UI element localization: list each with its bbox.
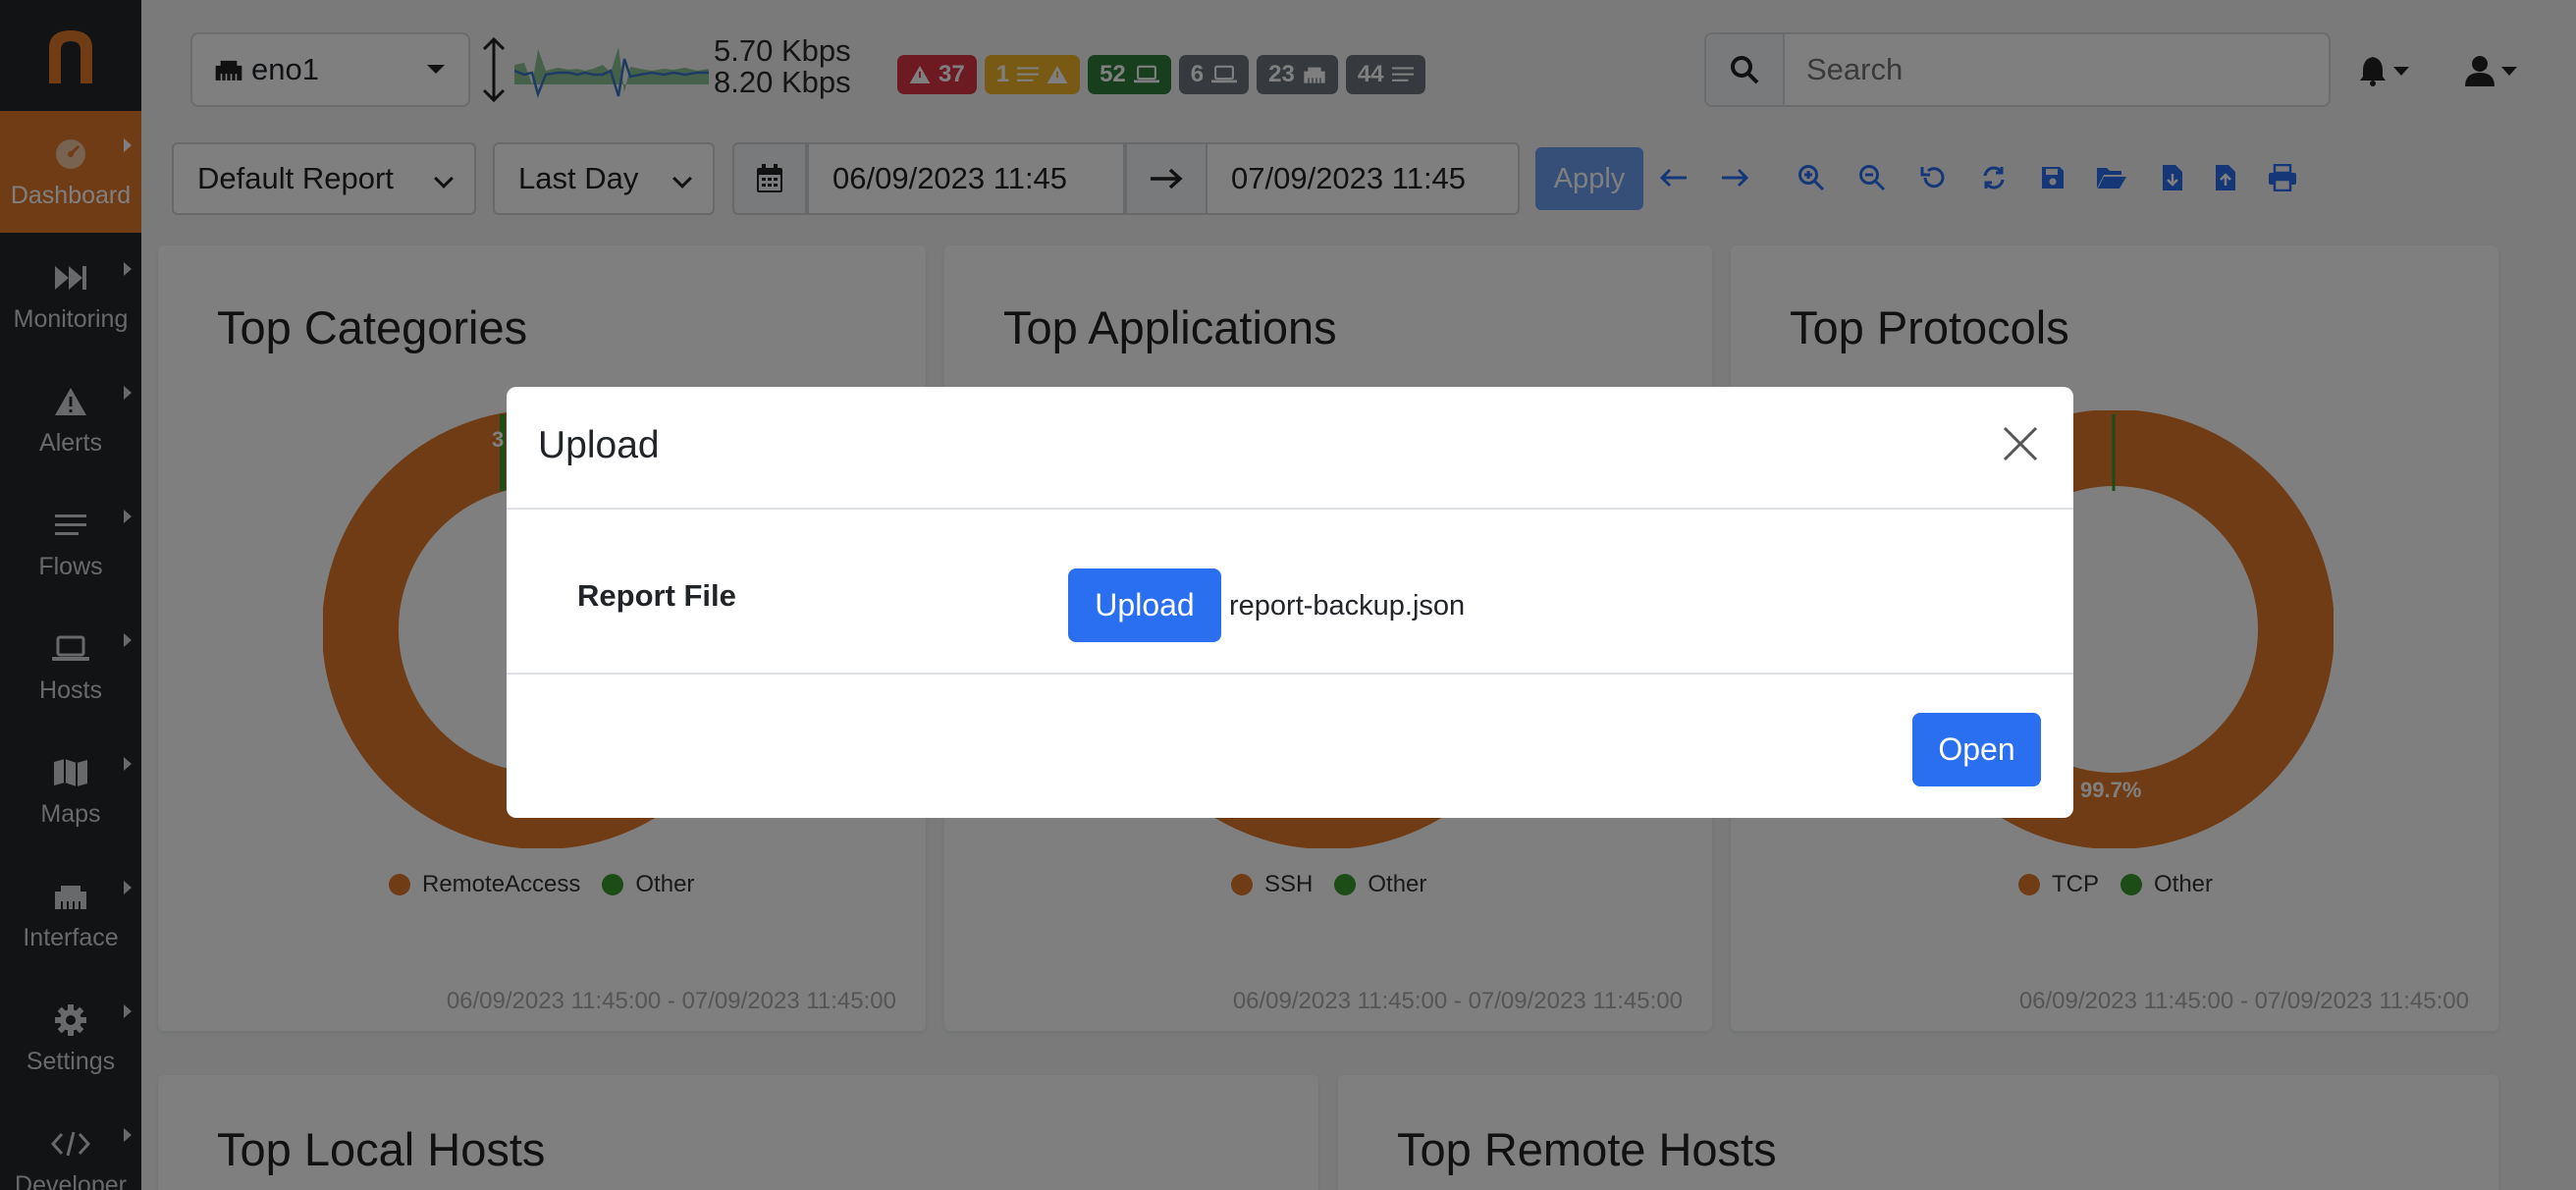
upload-modal: Upload Report File Upload report-backup.… bbox=[507, 387, 2073, 818]
modal-title: Upload bbox=[538, 424, 660, 466]
close-button[interactable] bbox=[1999, 422, 2042, 465]
close-icon bbox=[2003, 426, 2038, 461]
selected-file-name: report-backup.json bbox=[1229, 590, 1466, 622]
upload-button[interactable]: Upload bbox=[1068, 568, 1221, 642]
open-button[interactable]: Open bbox=[1912, 713, 2041, 786]
modal-body: Report File Upload report-backup.json bbox=[507, 510, 2073, 675]
modal-header: Upload bbox=[507, 387, 2073, 510]
report-file-label: Report File bbox=[577, 578, 736, 613]
